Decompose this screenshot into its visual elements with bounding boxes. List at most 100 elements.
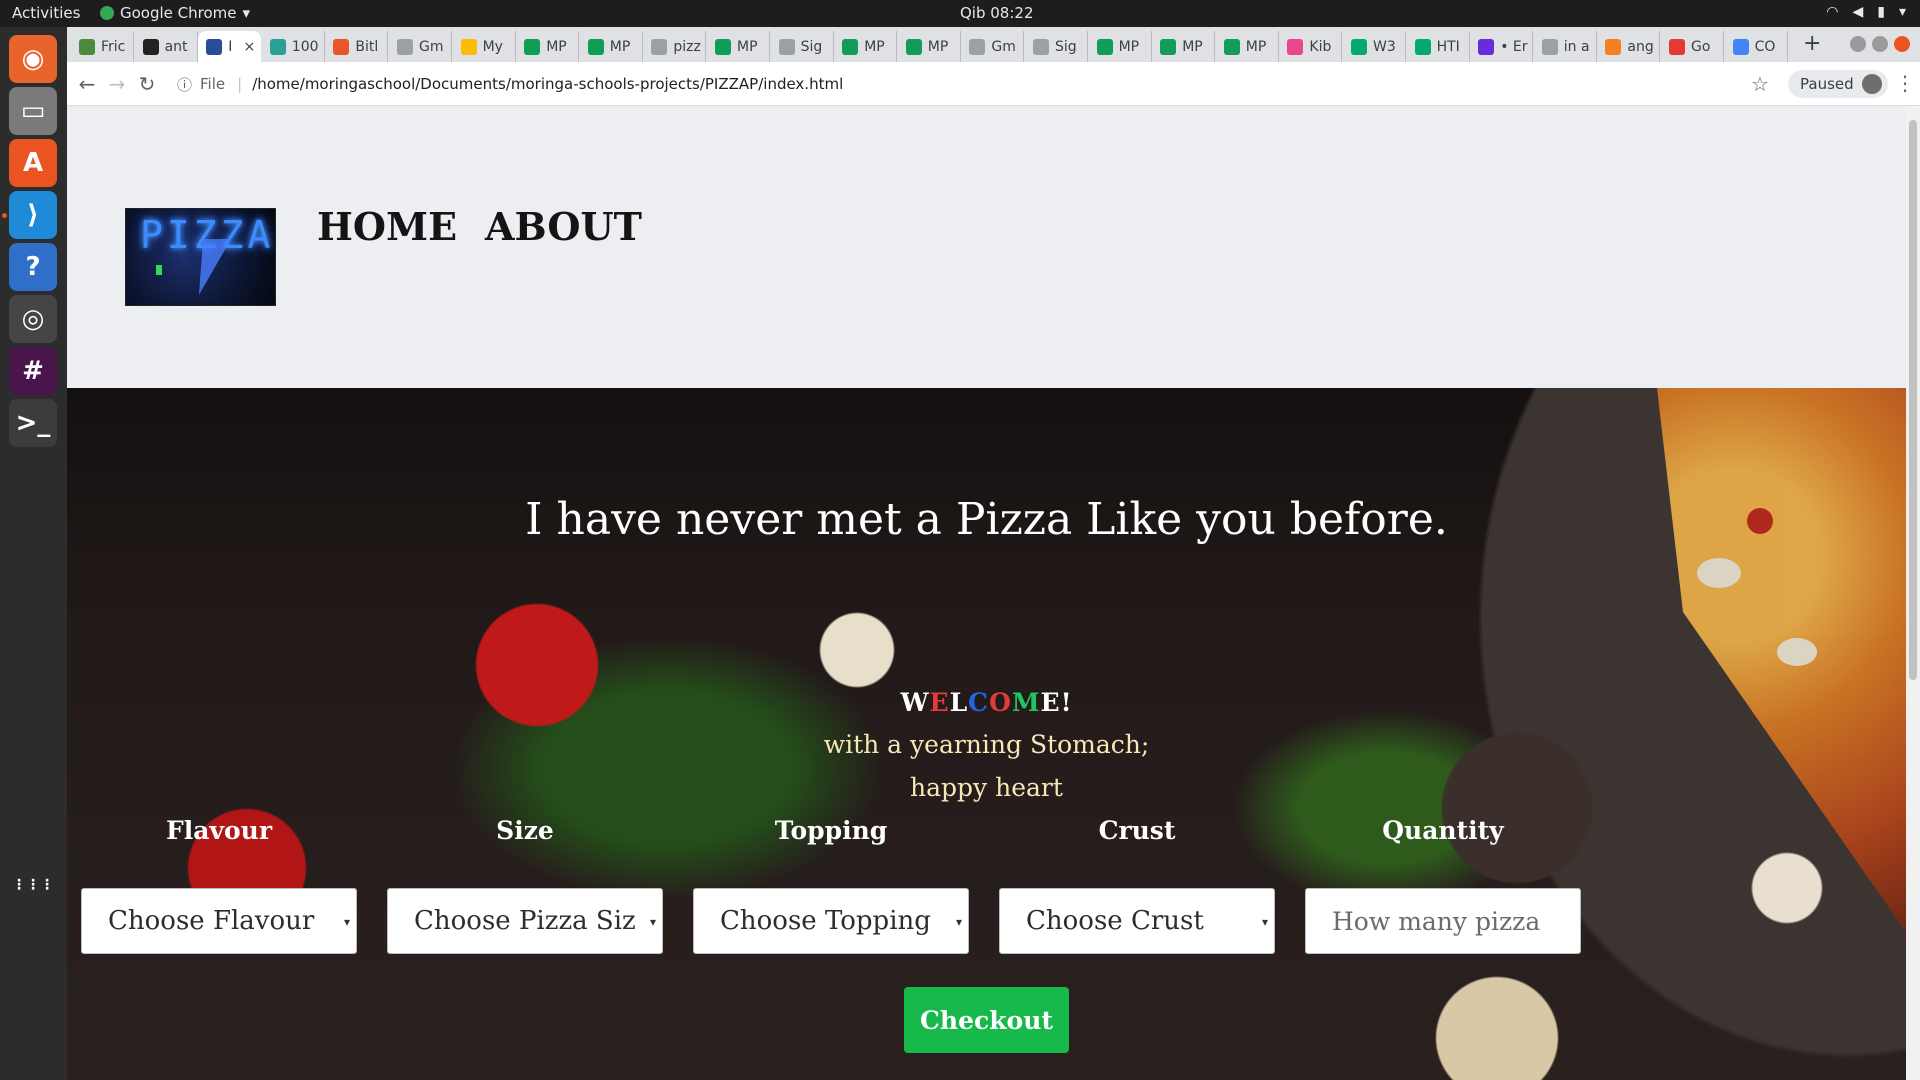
caret-down-icon: ▾ xyxy=(242,4,251,22)
nav-home-link[interactable]: HOME xyxy=(317,204,457,249)
browser-tab[interactable]: MP xyxy=(1216,31,1279,62)
tab-label: HTI xyxy=(1436,38,1460,55)
flavour-select[interactable]: Choose Flavour ▾ xyxy=(81,888,357,954)
browser-tab[interactable]: MP xyxy=(1089,31,1152,62)
page-viewport: PIZZA HOME ABOUT I have never met a Pizz… xyxy=(67,106,1920,1080)
browser-tab[interactable]: MP xyxy=(516,31,580,62)
scheme-label: File xyxy=(200,75,226,93)
browser-tab[interactable]: Bitl xyxy=(325,31,389,62)
tab-favicon-icon xyxy=(969,38,986,55)
clock[interactable]: Qib 08:22 xyxy=(960,4,1034,22)
browser-tab[interactable]: Kib xyxy=(1279,31,1343,62)
plug-icon xyxy=(156,265,162,275)
vscode-icon[interactable]: ⟩ xyxy=(9,191,57,239)
browser-tab[interactable]: Fric xyxy=(71,31,134,62)
software-center-icon[interactable]: A xyxy=(9,139,57,187)
tab-favicon-icon xyxy=(1414,38,1431,55)
welcome-letter: M xyxy=(1011,688,1041,717)
terminal-icon-glyph: >_ xyxy=(15,408,51,438)
help-icon[interactable]: ? xyxy=(9,243,57,291)
browser-tab[interactable]: CO xyxy=(1725,31,1788,62)
browser-tab[interactable]: I × xyxy=(198,31,262,62)
pizza-logo[interactable]: PIZZA xyxy=(125,208,276,306)
dock: ◉ ▭ A ⟩? ◎ # >_ ⋮⋮⋮ xyxy=(0,27,67,1080)
tab-label: MP xyxy=(609,38,631,55)
tab-label: • Er xyxy=(1500,38,1528,55)
quantity-input[interactable] xyxy=(1305,888,1581,954)
maximize-button[interactable] xyxy=(1872,36,1888,52)
system-tray[interactable]: ◠ ◀ ▮ ▾ xyxy=(1826,4,1906,20)
tab-favicon-icon xyxy=(269,38,286,55)
browser-tab[interactable]: Gm xyxy=(389,31,452,62)
app-menu[interactable]: Google Chrome ▾ xyxy=(100,4,250,22)
url-text[interactable]: /home/moringaschool/Documents/moringa-sc… xyxy=(252,75,843,93)
avatar xyxy=(1861,74,1882,94)
chrome-icon[interactable]: ◎ xyxy=(9,295,57,343)
tab-label: MP xyxy=(737,38,758,55)
tab-label: MP xyxy=(1118,38,1140,55)
browser-tab[interactable]: MP xyxy=(1152,31,1216,62)
tab-favicon-icon xyxy=(397,38,413,55)
browser-tab[interactable]: HTI xyxy=(1407,31,1470,62)
browser-tab[interactable]: 100 xyxy=(262,31,325,62)
bookmark-star-icon[interactable]: ☆ xyxy=(1751,72,1769,96)
select-arrow-icon: ▾ xyxy=(343,915,350,929)
browser-tab[interactable]: MP xyxy=(898,31,961,62)
browser-tab[interactable]: Sig xyxy=(1025,31,1088,62)
terminal-icon[interactable]: >_ xyxy=(9,399,57,447)
browser-tab[interactable]: ant xyxy=(135,31,198,62)
window-controls xyxy=(1850,36,1910,52)
browser-tab[interactable]: ang xyxy=(1597,31,1661,62)
menu-icon[interactable]: ⋮ xyxy=(1895,71,1915,95)
crust-select[interactable]: Choose Crust ▾ xyxy=(999,888,1275,954)
minimize-button[interactable] xyxy=(1850,36,1866,52)
close-window-button[interactable] xyxy=(1894,36,1910,52)
files-icon-glyph: ▭ xyxy=(20,96,46,126)
quantity-label: Quantity xyxy=(1382,816,1504,845)
slack-icon[interactable]: # xyxy=(9,347,57,395)
topping-select[interactable]: Choose Topping ▾ xyxy=(693,888,969,954)
scrollbar-thumb[interactable] xyxy=(1909,120,1917,680)
welcome-text: WELCOME! xyxy=(67,688,1906,717)
browser-tab[interactable]: My xyxy=(453,31,516,62)
app-grid-icon[interactable]: ⋮⋮⋮ xyxy=(9,861,57,909)
browser-tab[interactable]: pizz xyxy=(643,31,707,62)
address-bar[interactable]: ⓘ File | /home/moringaschool/Documents/m… xyxy=(177,68,1767,100)
profile-button[interactable]: Paused xyxy=(1788,70,1888,98)
browser-tab[interactable]: in a xyxy=(1534,31,1597,62)
browser-tab[interactable]: • Er xyxy=(1470,31,1534,62)
tab-favicon-icon xyxy=(1541,38,1558,55)
browser-tab[interactable]: MP xyxy=(707,31,770,62)
tab-favicon-icon xyxy=(842,38,859,55)
firefox-icon[interactable]: ◉ xyxy=(9,35,57,83)
browser-tab[interactable]: Gm xyxy=(961,31,1025,62)
back-icon[interactable]: ← xyxy=(75,72,99,96)
tab-favicon-icon xyxy=(1732,38,1749,55)
tab-label: I xyxy=(228,38,233,55)
browser-tab[interactable]: W3 xyxy=(1343,31,1406,62)
tab-label: W3 xyxy=(1373,38,1396,55)
close-tab-icon[interactable]: × xyxy=(243,39,255,55)
site-header: PIZZA HOME ABOUT xyxy=(67,106,1906,388)
nav-about-link[interactable]: ABOUT xyxy=(485,204,642,249)
info-icon[interactable]: ⓘ xyxy=(177,74,192,95)
browser-tab[interactable]: Go xyxy=(1661,31,1724,62)
flavour-select-value: Choose Flavour xyxy=(108,906,315,936)
activities-button[interactable]: Activities xyxy=(12,4,80,22)
files-icon[interactable]: ▭ xyxy=(9,87,57,135)
browser-tab[interactable]: Sig xyxy=(771,31,834,62)
browser-tab[interactable]: MP xyxy=(580,31,643,62)
forward-icon[interactable]: → xyxy=(105,72,129,96)
reload-icon[interactable]: ↻ xyxy=(135,72,159,96)
mushroom-shape xyxy=(1777,638,1817,666)
size-select[interactable]: Choose Pizza Siz ▾ xyxy=(387,888,663,954)
tab-favicon-icon xyxy=(460,38,477,55)
select-arrow-icon: ▾ xyxy=(649,915,656,929)
page-scrollbar[interactable] xyxy=(1906,106,1920,1080)
divider: | xyxy=(237,75,243,93)
checkout-button[interactable]: Checkout xyxy=(904,987,1069,1053)
browser-tab[interactable]: MP xyxy=(834,31,898,62)
new-tab-button[interactable]: + xyxy=(1798,33,1826,57)
tab-label: Gm xyxy=(991,38,1016,55)
app-grid-icon-glyph: ⋮⋮⋮ xyxy=(12,877,54,893)
